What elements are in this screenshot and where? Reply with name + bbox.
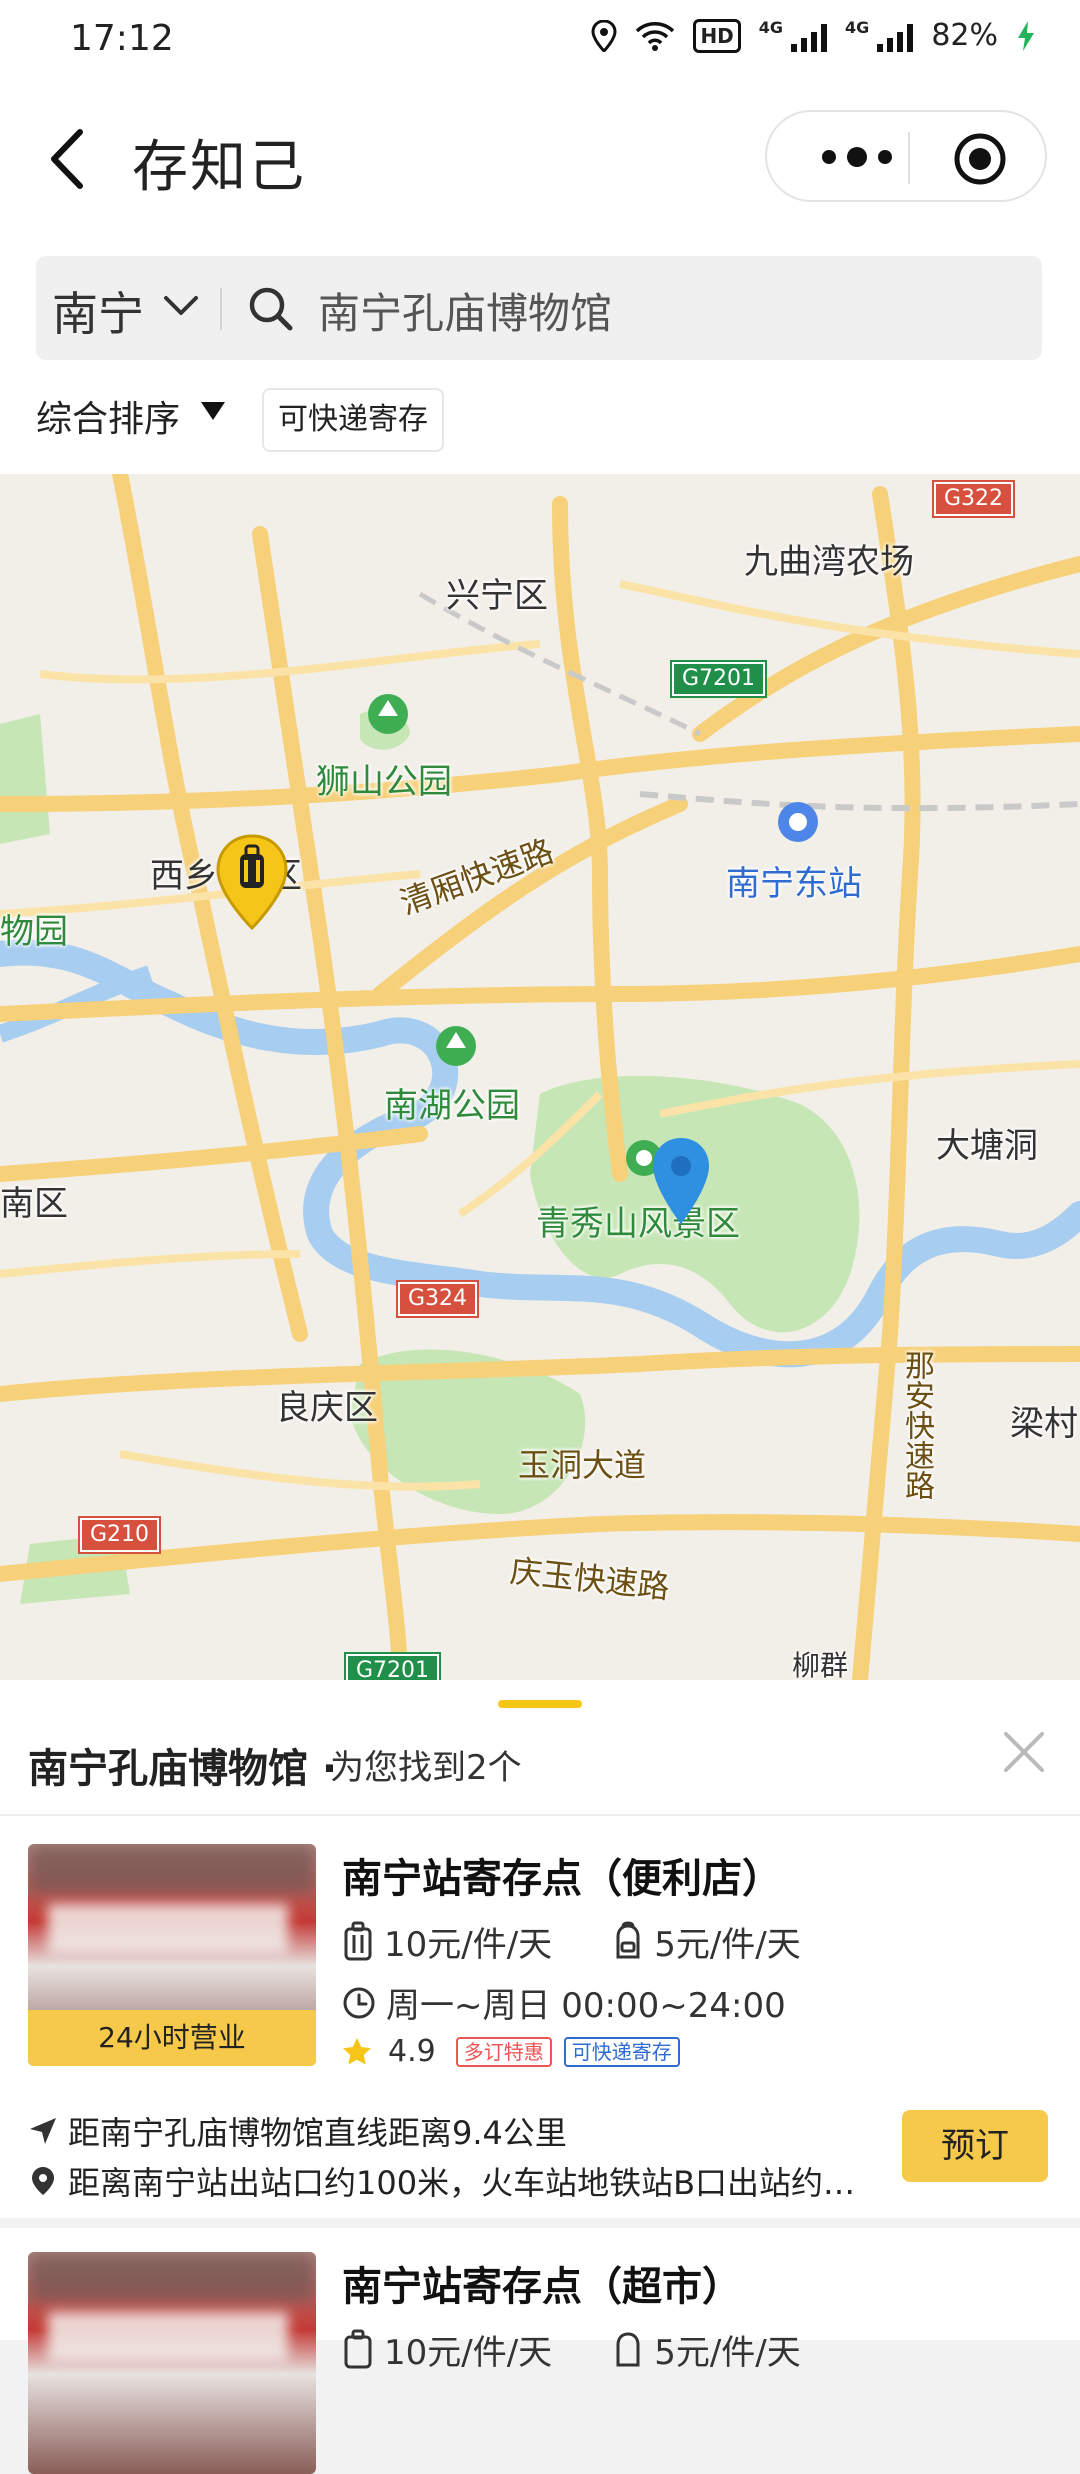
store-name[interactable]: 南宁站寄存点（便利店） xyxy=(342,1846,782,1904)
miniprogram-capsule xyxy=(765,110,1047,202)
price-small: 5元/件/天 xyxy=(654,2332,801,2373)
close-miniprogram-icon[interactable] xyxy=(953,132,1007,186)
map-label-nanqu: 南区 xyxy=(0,1184,68,1224)
back-arrow-icon[interactable] xyxy=(40,124,100,194)
net-label-2: 4G xyxy=(845,18,870,37)
location-pin-icon xyxy=(32,2167,54,2195)
road-shield-g7201: G7201 xyxy=(669,660,768,698)
map-label-liuqun: 柳群 xyxy=(792,1649,849,1680)
rating-value: 4.9 xyxy=(388,2034,436,2069)
book-button[interactable]: 预订 xyxy=(902,2110,1048,2182)
road-shield-g324: G324 xyxy=(395,1280,480,1318)
hours-row: 周一~周日 00:00~24:00 xyxy=(342,1978,786,2027)
close-icon[interactable] xyxy=(1000,1728,1048,1776)
status-bar: 17:12 HD 4G 4G 82% xyxy=(0,0,1080,84)
express-filter-chip[interactable]: 可快递寄存 xyxy=(262,388,444,452)
price-row: 10元/件/天 5元/件/天 xyxy=(342,1916,801,1966)
map-label-xingning: 兴宁区 xyxy=(446,576,548,616)
map-label-shishan-park: 狮山公园 xyxy=(316,762,452,802)
search-input[interactable]: 南宁孔庙博物馆 xyxy=(318,280,612,341)
suitcase-icon xyxy=(344,1921,372,1961)
star-icon xyxy=(343,2037,371,2064)
chevron-down-icon[interactable] xyxy=(158,282,204,328)
suitcase-icon xyxy=(344,2329,372,2369)
distance-text: 距南宁孔庙博物馆直线距离9.4公里 xyxy=(68,2114,567,2152)
luggage-store-marker-icon[interactable] xyxy=(214,834,290,930)
city-selector[interactable]: 南宁 xyxy=(52,278,144,344)
map-label-xixiang: 西乡 xyxy=(150,856,218,896)
hours-badge: 24小时营业 xyxy=(28,2010,316,2066)
price-large: 10元/件/天 xyxy=(384,2332,553,2373)
price-row: 10元/件/天 5元/件/天 xyxy=(342,2324,801,2374)
status-icons: HD 4G 4G 82% xyxy=(591,18,1036,53)
price-large: 10元/件/天 xyxy=(384,1924,553,1965)
distance-row: 距南宁孔庙博物馆直线距离9.4公里 xyxy=(28,2108,567,2154)
road-shield-g210: G210 xyxy=(77,1516,162,1554)
store-photo[interactable] xyxy=(28,2252,316,2474)
sheet-divider xyxy=(0,1814,1080,1816)
results-sheet: 南宁孔庙博物馆 · 为您找到2个 24小时营业 南宁站寄存点（便利店） 10元/… xyxy=(0,1680,1080,2474)
map-view[interactable]: 兴宁区 九曲湾农场 狮山公园 西乡 区 物园 清厢快速路 南宁东站 南湖公园 青… xyxy=(0,474,1080,1680)
express-tag: 可快递寄存 xyxy=(563,2036,680,2067)
result-count: 为您找到2个 xyxy=(330,1748,522,1788)
price-small: 5元/件/天 xyxy=(654,1924,801,1965)
hd-badge: HD xyxy=(693,18,741,53)
status-time: 17:12 xyxy=(70,18,174,59)
signal-icon xyxy=(791,20,828,52)
road-shield-g322: G322 xyxy=(931,480,1016,518)
search-icon xyxy=(249,287,293,331)
charging-icon xyxy=(1018,20,1034,51)
open-time: 周一~周日 00:00~24:00 xyxy=(386,1986,786,2026)
sort-dropdown[interactable]: 综合排序 xyxy=(36,390,180,442)
store-photo[interactable]: 24小时营业 xyxy=(28,1844,316,2066)
map-label-naan-road: 那安快速路 xyxy=(899,1350,934,1500)
wifi-icon xyxy=(636,21,675,51)
map-label-nanhu-park: 南湖公园 xyxy=(384,1086,520,1126)
backpack-icon xyxy=(616,2332,640,2367)
destination-pin-icon[interactable] xyxy=(650,1136,712,1226)
rating-row: 4.9 多订特惠 可快递寄存 xyxy=(342,2034,680,2069)
capsule-divider xyxy=(908,132,910,184)
map-label-yudong-road: 玉洞大道 xyxy=(518,1446,647,1484)
promo-tag: 多订特惠 xyxy=(455,2036,552,2067)
location-icon xyxy=(591,19,617,52)
address-row: 距离南宁站出站口约100米，火车站地铁站B口出站约… xyxy=(28,2158,855,2204)
store-name[interactable]: 南宁站寄存点（超市） xyxy=(342,2254,742,2312)
sheet-title: 南宁孔庙博物馆 · xyxy=(28,1746,338,1792)
map-label-liangqing: 良庆区 xyxy=(276,1388,378,1428)
search-divider xyxy=(220,288,222,330)
map-label-datang: 大塘洞 xyxy=(936,1126,1038,1166)
map-label-jiuqu: 九曲湾农场 xyxy=(744,542,914,582)
net-label-1: 4G xyxy=(758,18,784,37)
road-shield-g7201-bottom: G7201 xyxy=(343,1652,442,1680)
battery-level: 82% xyxy=(931,18,998,53)
map-label-liangcun: 梁村 xyxy=(1010,1404,1078,1444)
nav-bar: 存知己 xyxy=(0,84,1080,240)
map-label-wuyuan: 物园 xyxy=(0,912,68,952)
backpack-icon xyxy=(616,1921,640,1959)
sheet-drag-handle[interactable] xyxy=(498,1700,582,1708)
search-area: 南宁 南宁孔庙博物馆 综合排序 可快递寄存 xyxy=(0,240,1080,474)
search-bar: 南宁 南宁孔庙博物馆 xyxy=(36,256,1042,360)
signal-icon xyxy=(877,20,914,52)
address-text: 距离南宁站出站口约100米，火车站地铁站B口出站约… xyxy=(68,2164,856,2202)
navigation-arrow-icon xyxy=(30,2118,56,2144)
more-icon[interactable] xyxy=(807,142,907,172)
caret-down-icon[interactable] xyxy=(200,400,226,422)
card-divider xyxy=(0,2218,1080,2228)
clock-icon xyxy=(343,1987,375,2018)
page-title: 存知己 xyxy=(132,135,306,200)
map-label-nanning-east: 南宁东站 xyxy=(726,864,862,904)
